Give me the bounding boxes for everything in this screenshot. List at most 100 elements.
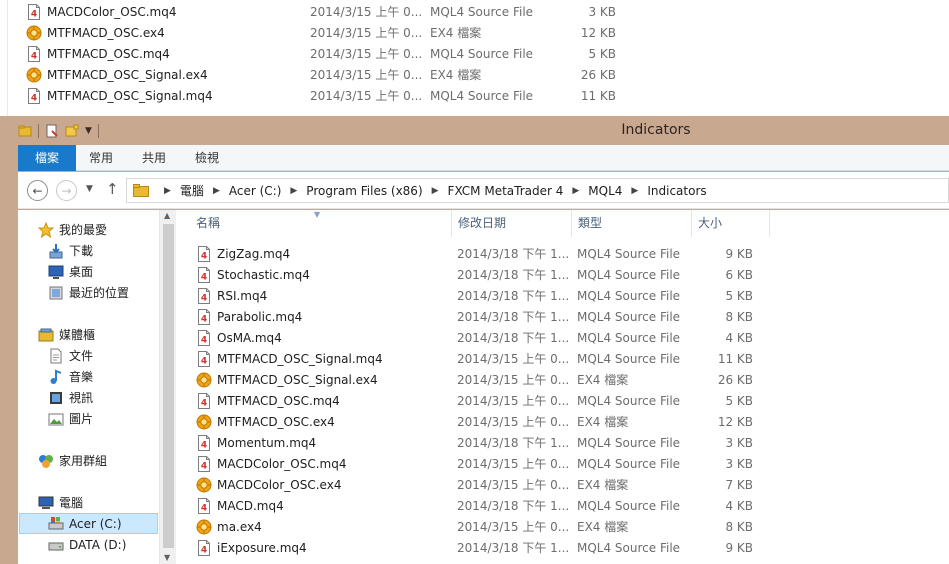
mq4-file-icon: 4	[196, 329, 212, 346]
tab-share[interactable]: 共用	[142, 145, 166, 171]
breadcrumb-fxcm[interactable]: FXCM MetaTrader 4	[448, 184, 564, 198]
file-size: 3 KB	[588, 4, 616, 19]
nav-item-acer-c[interactable]: Acer (C:)	[19, 513, 158, 534]
breadcrumb-separator-icon[interactable]: ▶	[213, 186, 220, 196]
mq4-file-icon: 4	[196, 434, 212, 451]
file-size: 5 KB	[725, 288, 753, 303]
ex4-file-icon	[196, 477, 212, 493]
recent-locations-chevron-icon[interactable]: ▼	[86, 184, 93, 194]
window-frame-left	[0, 116, 18, 564]
nav-item-favorites[interactable]: 我的最愛	[37, 219, 108, 240]
breadcrumb-separator-icon[interactable]: ▶	[631, 186, 638, 196]
scrollbar-thumb[interactable]	[163, 224, 174, 548]
mq4-file-icon: 4	[196, 392, 212, 409]
mq4-file-icon: 4	[196, 245, 212, 262]
file-row[interactable]: 4 iExposure.mq4 2014/3/18 下午 1... MQL4 Sour…	[196, 537, 776, 558]
tab-file[interactable]: 檔案	[18, 145, 76, 171]
file-row[interactable]: 4 Stochastic.mq4 2014/3/18 下午 1... MQL4 Sou…	[196, 264, 776, 285]
file-type: MQL4 Source File	[577, 330, 681, 345]
address-bar[interactable]: ▶ 電腦 ▶ Acer (C:) ▶ Program Files (x86) ▶…	[126, 178, 949, 203]
file-row[interactable]: 4 OsMA.mq4 2014/3/18 下午 1... MQL4 Source Fi…	[196, 327, 776, 348]
svg-text:4: 4	[201, 314, 207, 324]
file-name: MTFMACD_OSC_Signal.mq4	[217, 351, 383, 366]
recent-places-icon	[48, 285, 64, 301]
nav-item-desktop[interactable]: 桌面	[48, 261, 93, 282]
videos-icon	[48, 390, 64, 406]
file-row[interactable]: 4 Momentum.mq4 2014/3/18 下午 1... MQL4 Sourc…	[196, 432, 776, 453]
nav-item-computer[interactable]: 電腦	[38, 492, 83, 513]
file-list: 名稱 ▼ 修改日期 類型 大小 4 ZigZag.mq4 2014/3/18 下午 …	[176, 210, 949, 564]
breadcrumb-program-files[interactable]: Program Files (x86)	[306, 184, 422, 198]
file-size: 9 KB	[725, 540, 753, 555]
forward-button[interactable]: →	[56, 180, 77, 201]
nav-item-recent-places[interactable]: 最近的位置	[48, 282, 129, 303]
computer-icon	[38, 495, 54, 511]
file-date: 2014/3/18 下午 1...	[457, 499, 570, 513]
breadcrumb-separator-icon[interactable]: ▶	[290, 186, 297, 196]
file-type: MQL4 Source File	[577, 435, 681, 450]
background-file-row: 4 MACDColor_OSC.mq4 2014/3/15 上午 0... MQL4 …	[26, 1, 646, 22]
file-row[interactable]: 4 ZigZag.mq4 2014/3/18 下午 1... MQL4 Source …	[196, 243, 776, 264]
breadcrumb-mql4[interactable]: MQL4	[588, 184, 622, 198]
file-date: 2014/3/18 下午 1...	[457, 247, 570, 261]
breadcrumb-separator-icon[interactable]: ▶	[572, 186, 579, 196]
downloads-icon	[48, 243, 64, 259]
nav-item-pictures[interactable]: 圖片	[48, 408, 93, 429]
breadcrumb-separator-icon[interactable]: ▶	[432, 186, 439, 196]
title-bar[interactable]: ▼ Indicators	[18, 116, 949, 145]
nav-item-label: 下載	[69, 244, 94, 258]
column-header-type[interactable]: 類型	[572, 210, 692, 237]
file-type: EX4 檔案	[430, 26, 482, 40]
file-size: 3 KB	[725, 435, 753, 450]
back-button[interactable]: ←	[27, 180, 48, 201]
file-row[interactable]: 4 MACDColor_OSC.mq4 2014/3/15 上午 0... MQL4 …	[196, 453, 776, 474]
svg-text:4: 4	[31, 9, 37, 19]
nav-item-videos[interactable]: 視訊	[48, 387, 93, 408]
svg-text:4: 4	[201, 398, 207, 408]
tab-home[interactable]: 常用	[89, 145, 113, 171]
column-header-name[interactable]: 名稱	[190, 210, 452, 237]
file-type: MQL4 Source File	[577, 351, 681, 366]
nav-item-music[interactable]: 音樂	[48, 366, 93, 387]
nav-item-libraries[interactable]: 媒體櫃	[38, 324, 95, 345]
file-date: 2014/3/18 下午 1...	[457, 310, 570, 324]
tab-view[interactable]: 檢視	[195, 145, 219, 171]
nav-item-data-d[interactable]: DATA (D:)	[48, 534, 126, 555]
breadcrumb-indicators[interactable]: Indicators	[647, 184, 706, 198]
file-row[interactable]: MTFMACD_OSC.ex4 2014/3/15 上午 0... EX4 檔案 12…	[196, 411, 776, 432]
column-header-size[interactable]: 大小	[692, 210, 770, 237]
column-header-date[interactable]: 修改日期	[452, 210, 572, 237]
breadcrumb-computer[interactable]: 電腦	[180, 182, 204, 199]
drive-c-icon	[48, 516, 64, 532]
file-row[interactable]: 4 Parabolic.mq4 2014/3/18 下午 1... MQL4 Sour…	[196, 306, 776, 327]
file-type: EX4 檔案	[577, 520, 629, 534]
file-row[interactable]: 4 MACD.mq4 2014/3/18 下午 1... MQL4 Source Fi…	[196, 495, 776, 516]
nav-item-documents[interactable]: 文件	[48, 345, 93, 366]
nav-item-homegroup[interactable]: 家用群組	[38, 450, 107, 471]
file-row[interactable]: MACDColor_OSC.ex4 2014/3/15 上午 0... EX4 檔案…	[196, 474, 776, 495]
file-type: MQL4 Source File	[577, 393, 681, 408]
navigation-pane-scrollbar[interactable]: ▲ ▼	[159, 210, 176, 564]
scroll-down-icon[interactable]: ▼	[164, 553, 170, 562]
breadcrumb-separator-icon[interactable]: ▶	[164, 186, 171, 196]
file-size: 9 KB	[725, 246, 753, 261]
nav-item-downloads[interactable]: 下載	[48, 240, 93, 261]
breadcrumb-acer-c[interactable]: Acer (C:)	[229, 184, 282, 198]
file-row[interactable]: MTFMACD_OSC_Signal.ex4 2014/3/15 上午 0... E…	[196, 369, 776, 390]
file-date: 2014/3/15 上午 0...	[310, 5, 423, 19]
file-row[interactable]: ma.ex4 2014/3/15 上午 0... EX4 檔案 8 KB	[196, 516, 776, 537]
file-type: MQL4 Source File	[430, 88, 534, 103]
file-size: 7 KB	[725, 477, 753, 492]
file-row[interactable]: 4 RSI.mq4 2014/3/18 下午 1... MQL4 Source Fil…	[196, 285, 776, 306]
ex4-file-icon	[26, 67, 42, 83]
file-row[interactable]: 4 MTFMACD_OSC_Signal.mq4 2014/3/15 上午 0...…	[196, 348, 776, 369]
file-size: 26 KB	[580, 67, 616, 82]
file-date: 2014/3/15 上午 0...	[457, 457, 570, 471]
file-type: EX4 檔案	[577, 415, 629, 429]
mq4-file-icon: 4	[196, 308, 212, 325]
up-arrow-icon[interactable]: ↑	[106, 180, 119, 198]
file-name: Momentum.mq4	[217, 435, 317, 450]
scroll-up-icon[interactable]: ▲	[164, 211, 170, 220]
file-row[interactable]: 4 MTFMACD_OSC.mq4 2014/3/15 上午 0... MQL4 So…	[196, 390, 776, 411]
nav-item-label: 我的最愛	[59, 223, 108, 237]
